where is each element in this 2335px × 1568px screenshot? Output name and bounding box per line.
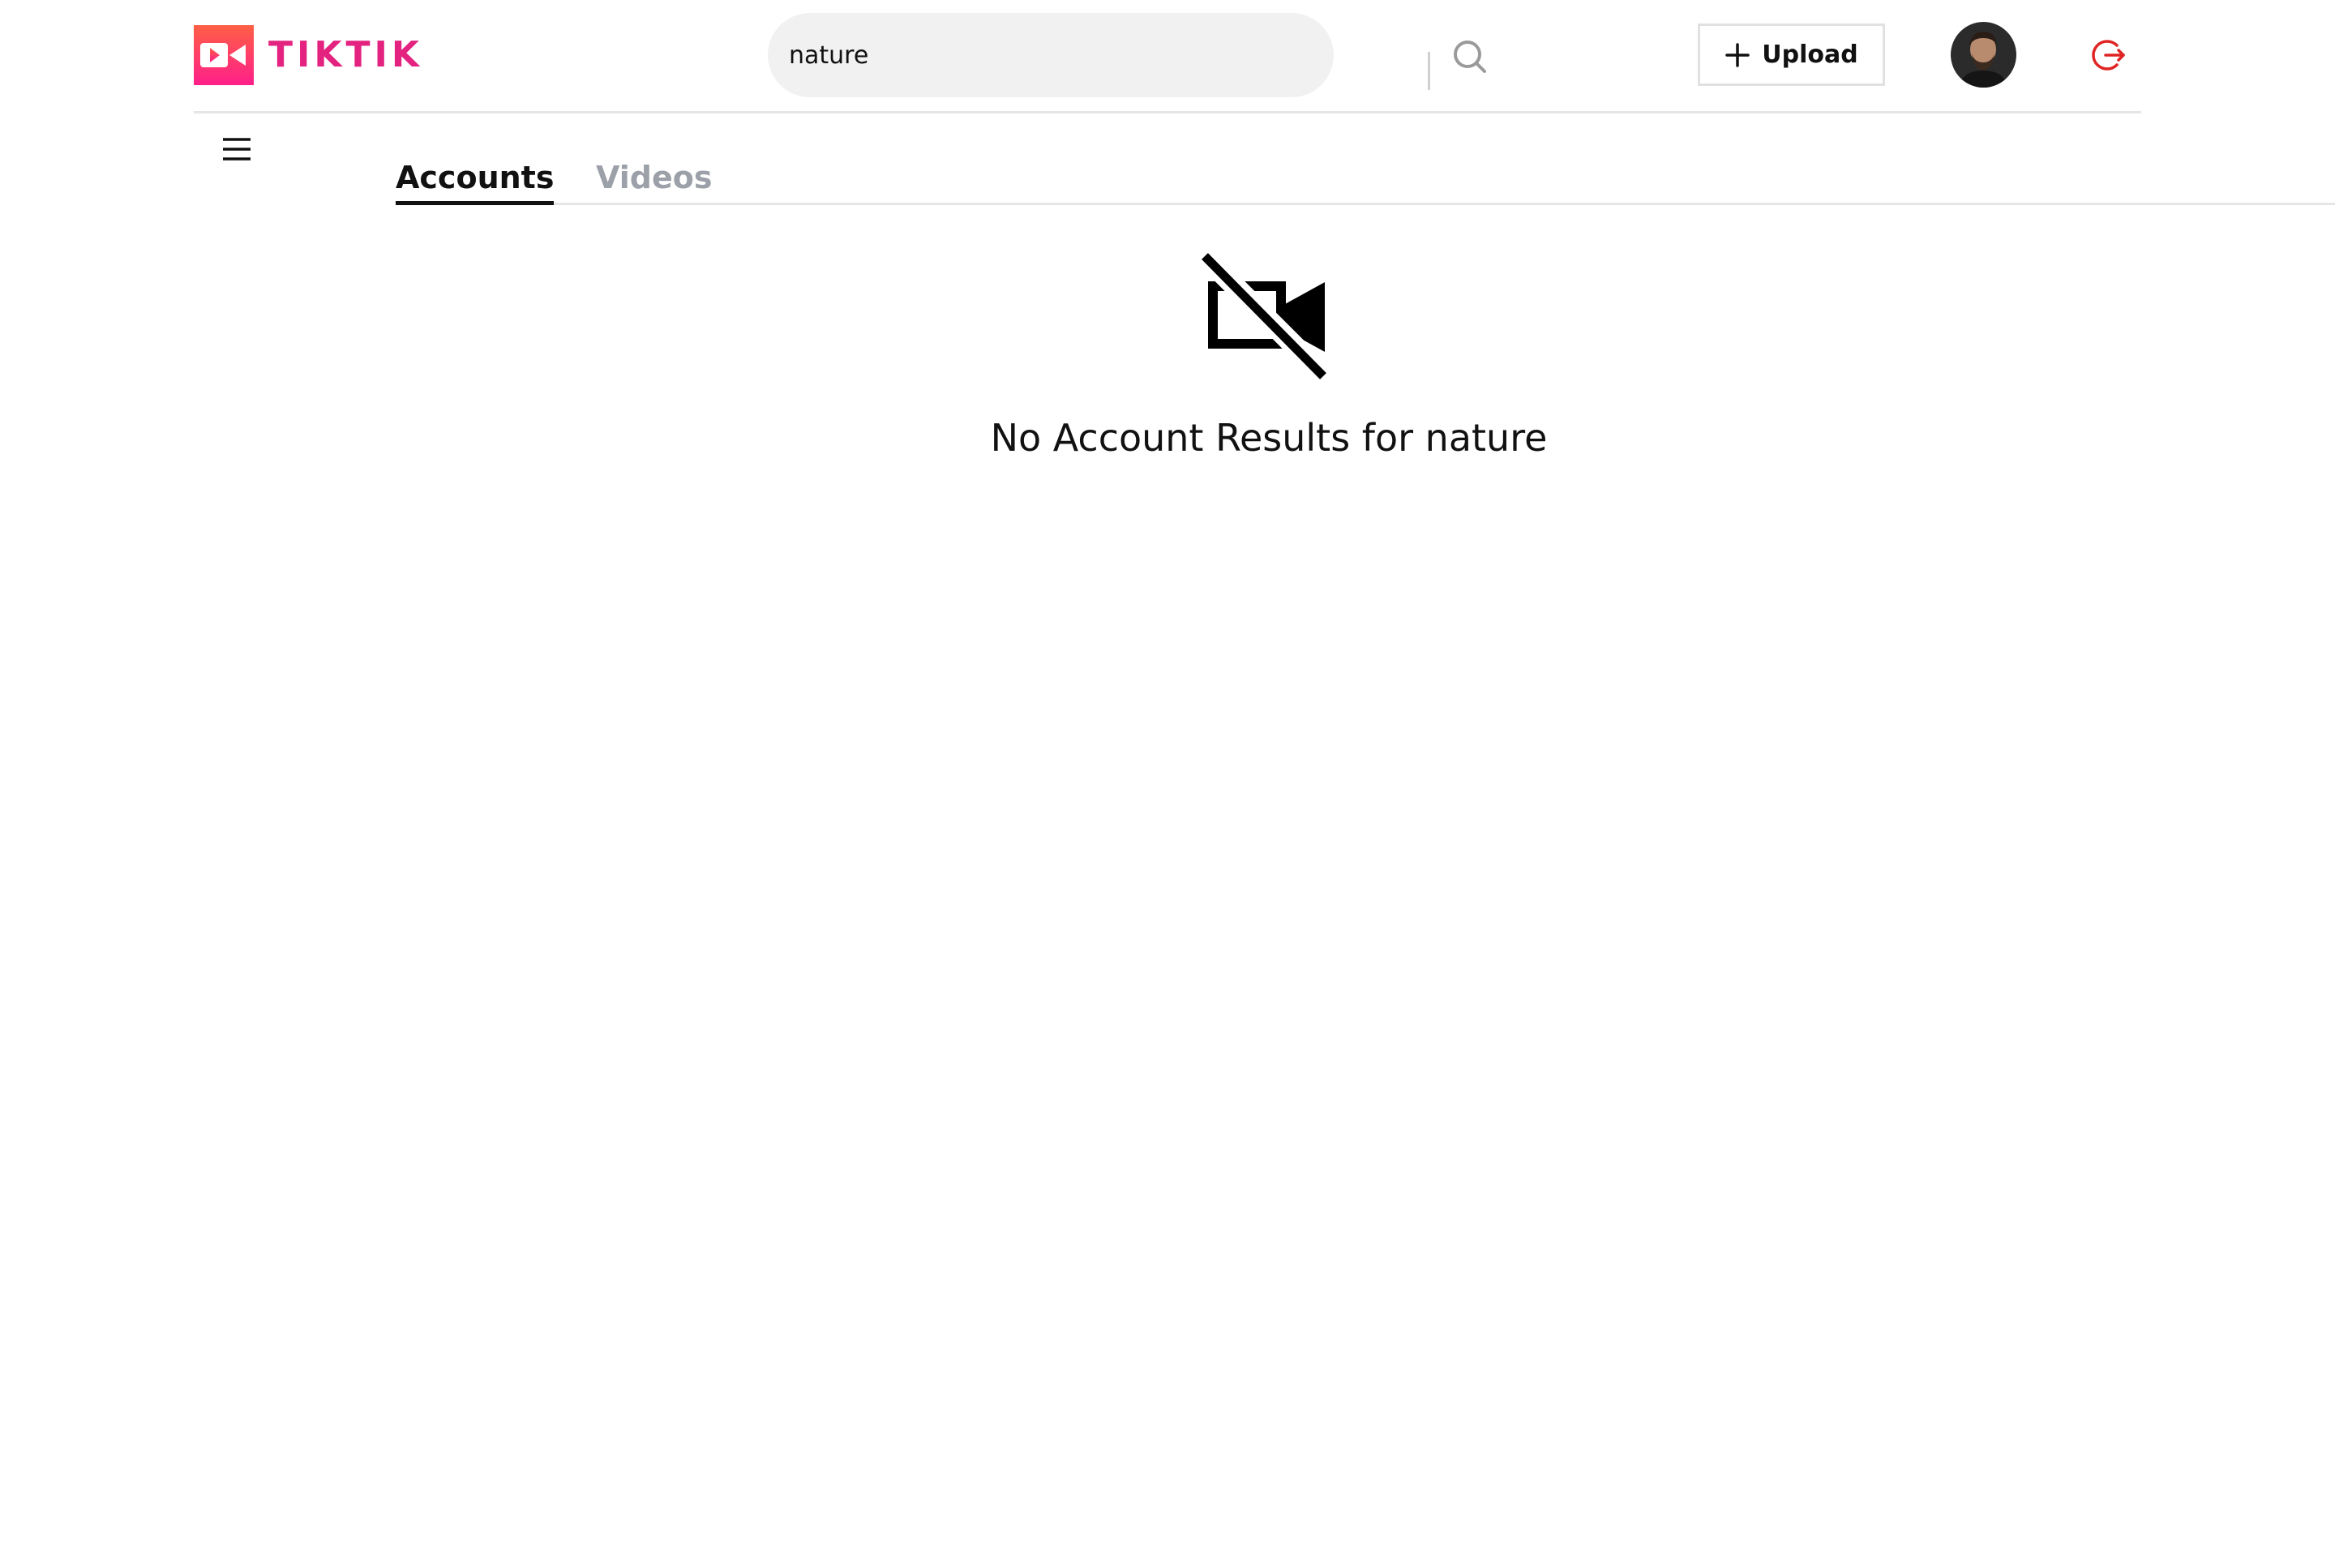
sidebar-toggle-button[interactable] xyxy=(213,131,262,167)
search-button[interactable] xyxy=(1447,34,1494,81)
tab-accounts[interactable]: Accounts xyxy=(396,152,555,205)
results-tabs: Accounts Videos xyxy=(396,152,2335,205)
user-avatar[interactable] xyxy=(1951,22,2016,88)
tab-videos[interactable]: Videos xyxy=(596,152,712,203)
no-results: No Account Results for nature xyxy=(811,253,1727,464)
brand-logo-icon xyxy=(194,24,254,85)
upload-button-label: Upload xyxy=(1762,41,1858,69)
brand-logo[interactable]: TIKTIK xyxy=(194,24,423,85)
plus-icon xyxy=(1725,42,1750,67)
avatar-image xyxy=(1951,22,2016,88)
search-input[interactable] xyxy=(789,13,1170,97)
upload-button[interactable]: Upload xyxy=(1698,24,1885,86)
logout-button[interactable] xyxy=(2086,34,2128,76)
logout-icon xyxy=(2092,40,2125,71)
no-results-message: No Account Results for nature xyxy=(990,416,1548,460)
search-divider xyxy=(1428,52,1430,90)
search-icon xyxy=(1454,41,1486,73)
search-bar xyxy=(768,13,1486,97)
navbar: TIKTIK Upload xyxy=(194,0,2141,114)
brand-name: TIKTIK xyxy=(268,34,423,75)
menu-icon xyxy=(223,138,251,161)
video-off-icon xyxy=(1202,253,1333,383)
search-results-page: TIKTIK Upload xyxy=(0,0,2335,1568)
